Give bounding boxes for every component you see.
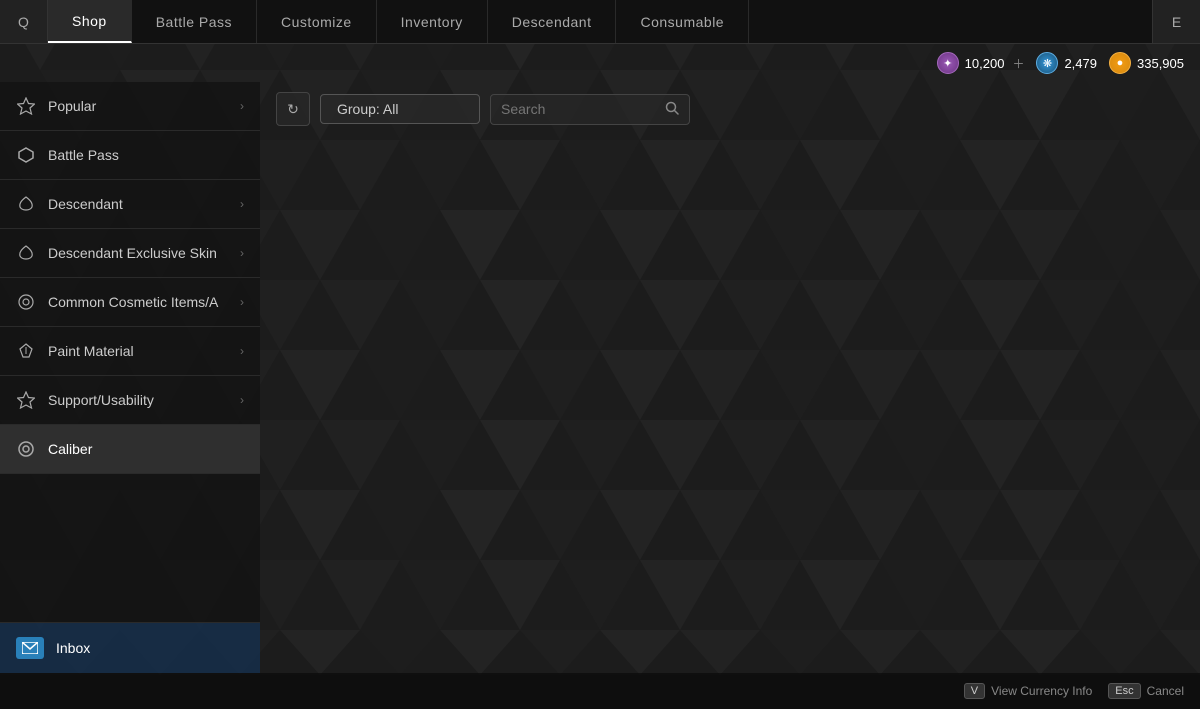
purple-currency-value: 10,200 [965, 56, 1005, 71]
bottom-bar: V View Currency Info Esc Cancel [0, 673, 1200, 709]
inbox-icon [16, 637, 44, 659]
chevron-icon-paint-material: › [240, 344, 244, 358]
support-usability-icon [16, 390, 36, 410]
e-icon: E [1172, 14, 1181, 30]
descendant-exclusive-icon [16, 243, 36, 263]
sidebar-label-descendant-exclusive: Descendant Exclusive Skin [48, 245, 228, 261]
gold-currency-value: 335,905 [1137, 56, 1184, 71]
content-grid [260, 136, 1200, 673]
sidebar-label-battle-pass: Battle Pass [48, 147, 244, 163]
sidebar-item-popular[interactable]: Popular › [0, 82, 260, 131]
view-currency-key: V [964, 683, 985, 699]
sidebar-label-support-usability: Support/Usability [48, 392, 228, 408]
refresh-button[interactable]: ↻ [276, 92, 310, 126]
cancel-label: Cancel [1147, 684, 1184, 698]
sidebar-item-descendant-exclusive[interactable]: Descendant Exclusive Skin › [0, 229, 260, 278]
refresh-icon: ↻ [287, 101, 299, 118]
sidebar-item-battle-pass[interactable]: Battle Pass [0, 131, 260, 180]
purple-currency: ✦ 10,200 ＋ [937, 52, 1025, 74]
search-icon[interactable] [665, 101, 679, 118]
chevron-icon-support-usability: › [240, 393, 244, 407]
descendant-icon [16, 194, 36, 214]
filter-bar: ↻ Group: All [260, 82, 1200, 136]
nav-tab-descendant[interactable]: Descendant [488, 0, 617, 43]
sidebar-label-caliber: Caliber [48, 441, 244, 457]
blue-currency-icon: ❋ [1036, 52, 1058, 74]
cancel-key: Esc [1108, 683, 1140, 699]
purple-currency-icon: ✦ [937, 52, 959, 74]
inbox-label: Inbox [56, 640, 90, 656]
popular-icon [16, 96, 36, 116]
sidebar-label-paint-material: Paint Material [48, 343, 228, 359]
chevron-icon-common-cosmetic: › [240, 295, 244, 309]
top-navigation: Q ShopBattle PassCustomizeInventoryDesce… [0, 0, 1200, 44]
view-currency-hint: V View Currency Info [964, 683, 1093, 699]
paint-material-icon [16, 341, 36, 361]
blue-currency: ❋ 2,479 [1036, 52, 1097, 74]
left-nav-icon-btn[interactable]: Q [0, 0, 48, 43]
chevron-icon-descendant-exclusive: › [240, 246, 244, 260]
inbox-item[interactable]: Inbox [0, 622, 260, 673]
cancel-hint: Esc Cancel [1108, 683, 1184, 699]
sidebar-item-caliber[interactable]: Caliber [0, 425, 260, 474]
sidebar-label-popular: Popular [48, 98, 228, 114]
content-area: ↻ Group: All [260, 82, 1200, 673]
sidebar-item-paint-material[interactable]: Paint Material › [0, 327, 260, 376]
chevron-icon-descendant: › [240, 197, 244, 211]
nav-tab-customize[interactable]: Customize [257, 0, 377, 43]
sidebar-item-support-usability[interactable]: Support/Usability › [0, 376, 260, 425]
sidebar-label-common-cosmetic: Common Cosmetic Items/A [48, 294, 228, 310]
sidebar-spacer [0, 474, 260, 622]
group-dropdown[interactable]: Group: All [320, 94, 480, 124]
gold-currency: ● 335,905 [1109, 52, 1184, 74]
search-input[interactable] [501, 101, 657, 117]
sidebar-items: Popular›Battle PassDescendant›Descendant… [0, 82, 260, 474]
sidebar-item-common-cosmetic[interactable]: Common Cosmetic Items/A › [0, 278, 260, 327]
blue-currency-value: 2,479 [1064, 56, 1097, 71]
sidebar: Popular›Battle PassDescendant›Descendant… [0, 82, 260, 673]
nav-tab-shop[interactable]: Shop [48, 0, 132, 43]
nav-tab-battle-pass[interactable]: Battle Pass [132, 0, 257, 43]
q-icon: Q [18, 14, 29, 30]
currency-bar: ✦ 10,200 ＋ ❋ 2,479 ● 335,905 [0, 44, 1200, 82]
battle-pass-icon [16, 145, 36, 165]
sidebar-item-descendant[interactable]: Descendant › [0, 180, 260, 229]
right-nav-icon-btn[interactable]: E [1152, 0, 1200, 43]
view-currency-label: View Currency Info [991, 684, 1092, 698]
caliber-icon [16, 439, 36, 459]
gold-currency-icon: ● [1109, 52, 1131, 74]
sidebar-label-descendant: Descendant [48, 196, 228, 212]
chevron-icon-popular: › [240, 99, 244, 113]
nav-tabs: ShopBattle PassCustomizeInventoryDescend… [48, 0, 749, 43]
common-cosmetic-icon [16, 292, 36, 312]
main-content: Popular›Battle PassDescendant›Descendant… [0, 82, 1200, 673]
nav-tab-inventory[interactable]: Inventory [377, 0, 488, 43]
search-box [490, 94, 690, 125]
nav-tab-consumable[interactable]: Consumable [616, 0, 749, 43]
purple-currency-plus[interactable]: ＋ [1012, 55, 1024, 72]
group-label: Group: All [337, 101, 398, 117]
